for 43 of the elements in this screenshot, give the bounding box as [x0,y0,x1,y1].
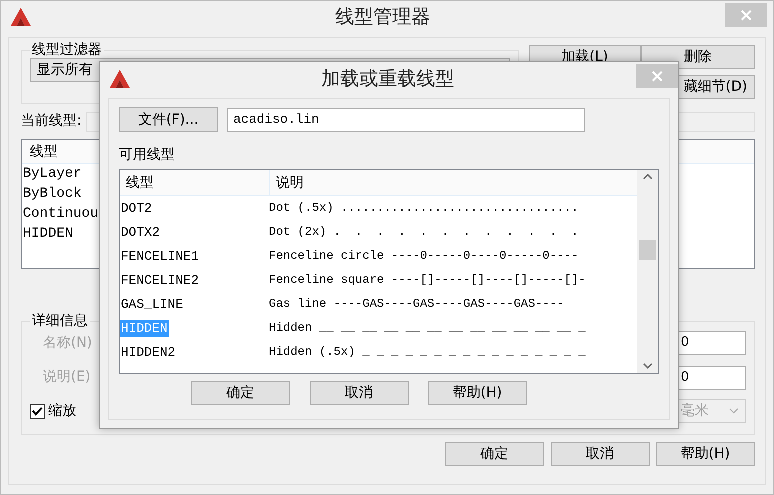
linetype-name[interactable]: GAS_LINE [120,296,184,312]
linetype-name[interactable]: FENCELINE1 [120,248,200,264]
group-label: 线型过滤器 [31,42,103,58]
scroll-up-icon[interactable] [642,174,652,180]
close-icon [652,70,662,82]
name-label: 名称(N) [42,334,92,352]
description-label: 说明(E) [42,368,91,387]
checkbox-label: 缩放 [48,402,76,420]
dialog-button[interactable]: 帮助(H) [428,380,527,405]
linetype-description: Hidden __ __ __ __ __ __ __ __ __ __ __ __ _ [269,320,586,338]
dialog-button[interactable]: 取消 [550,442,650,466]
window-title: 线型管理器 [334,4,432,30]
dialog-button[interactable]: 帮助(H) [656,442,755,466]
file-button[interactable]: 文件(F)... [119,107,218,132]
dialog-button[interactable]: 取消 [310,380,408,405]
linetype-name[interactable]: HIDDEN2 [120,344,177,360]
scroll-thumb[interactable] [639,240,656,260]
list-label: 可用线型 [119,146,176,165]
linetype-description: Dot (2x) . . . . . . . . . . . . [269,224,579,242]
linetype-name[interactable]: DOT2 [120,200,154,216]
column-header[interactable]: 线型 [120,170,270,196]
current-linetype-label: 当前线型: [21,112,82,131]
chevron-icon [729,408,739,414]
linetype-description: Hidden (.5x) _ _ _ _ _ _ _ _ _ _ _ _ _ _ _ _ [269,344,586,362]
file-field[interactable]: acadiso.lin [226,108,584,132]
dialog-button[interactable]: 确定 [191,380,290,405]
linetype-name[interactable]: DOTX2 [120,224,162,240]
column-header[interactable]: 说明 [270,170,637,196]
linetype-description: Gas line ----GAS----GAS----GAS----GAS---- [269,296,564,314]
linetype-description: Fenceline circle ----0-----0----0-----0---- [269,248,579,266]
logo-icon [110,70,130,88]
scroll-down-icon[interactable] [642,363,652,370]
close-button[interactable] [725,3,767,27]
dialog-button[interactable]: 确定 [445,442,544,466]
linetype-description: Fenceline square ----[]-----[]----[]-----[]- [269,272,586,290]
logo-icon [11,8,31,26]
close-button[interactable] [636,64,678,88]
scrollbar[interactable] [637,170,658,374]
linetype-name[interactable]: FENCELINE2 [120,272,200,288]
close-icon [740,10,752,20]
group-label: 详细信息 [31,313,89,329]
linetype-description: Dot (.5x) ................................. [269,200,579,218]
dialog-title: 加载或重载线型 [320,66,456,92]
